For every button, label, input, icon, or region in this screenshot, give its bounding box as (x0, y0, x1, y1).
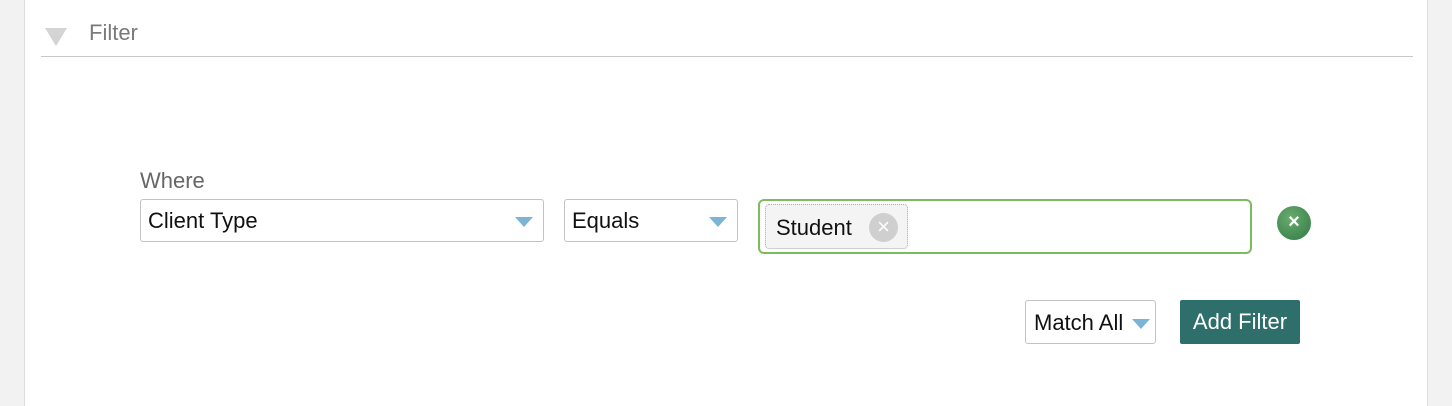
match-select[interactable]: Match All (1025, 300, 1156, 344)
dropdown-caret-icon (709, 217, 727, 227)
match-select-value: Match All (1034, 310, 1124, 335)
dropdown-caret-icon (515, 217, 533, 227)
add-filter-button[interactable]: Add Filter (1180, 300, 1300, 344)
value-chip: Student × (765, 204, 908, 249)
value-input[interactable]: Student × (758, 199, 1252, 254)
value-chip-label: Student (776, 215, 852, 240)
collapse-triangle-icon[interactable] (45, 28, 67, 46)
field-select-value: Client Type (148, 208, 258, 233)
operator-select-value: Equals (572, 208, 640, 233)
where-label: Where (140, 168, 205, 193)
filter-title: Filter (89, 20, 138, 45)
filter-header[interactable]: Filter (41, 0, 1413, 57)
field-select[interactable]: Client Type (140, 199, 544, 242)
remove-filter-row-icon[interactable]: × (1277, 206, 1311, 240)
operator-select[interactable]: Equals (564, 199, 738, 242)
close-icon[interactable]: × (869, 213, 898, 242)
dropdown-caret-icon (1132, 319, 1150, 329)
